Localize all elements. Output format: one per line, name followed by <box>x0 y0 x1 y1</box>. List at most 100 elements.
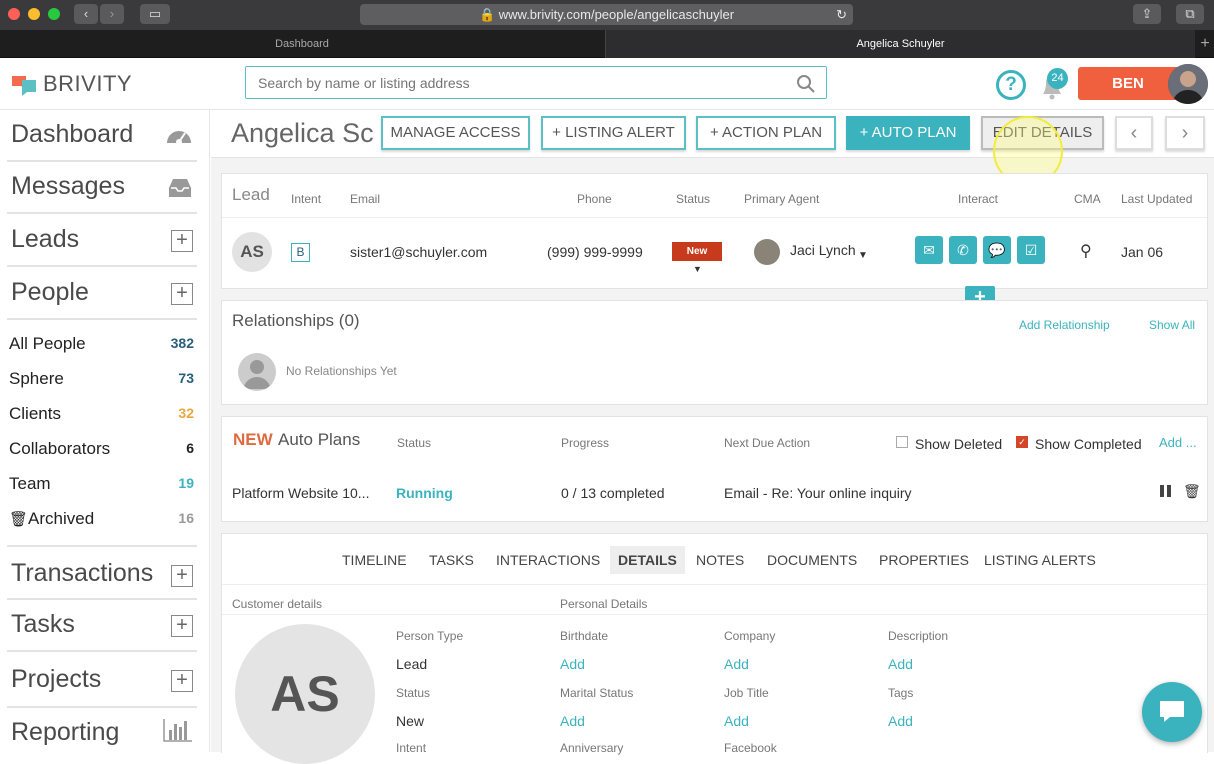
sidebar-subitem-sphere[interactable]: Sphere 73 <box>9 369 194 393</box>
status-label: Status <box>396 686 431 700</box>
subitem-count: 382 <box>170 335 194 351</box>
subitem-count: 19 <box>178 475 194 491</box>
email-icon[interactable]: ✉ <box>915 236 943 264</box>
inbox-icon <box>167 178 193 198</box>
tab-notes[interactable]: NOTES <box>696 552 744 568</box>
search-icon[interactable] <box>796 74 816 94</box>
show-completed-label: Show Completed <box>1035 436 1142 452</box>
trash-icon[interactable]: 🗑 <box>1183 483 1201 500</box>
add-relationship-link[interactable]: Add Relationship <box>1019 318 1110 332</box>
brivity-logo-icon[interactable] <box>10 72 38 96</box>
forward-icon[interactable]: › <box>100 4 124 24</box>
agent-avatar <box>754 239 780 265</box>
next-person-icon[interactable]: › <box>1165 116 1205 150</box>
tabs-overview-icon[interactable]: ⧉ <box>1176 4 1204 24</box>
sidebar-item-label: People <box>11 278 89 306</box>
chat-widget-icon[interactable] <box>1142 682 1202 742</box>
new-tab-icon[interactable]: + <box>1196 30 1214 58</box>
person-type-value[interactable]: Lead <box>396 656 427 672</box>
add-transaction-icon[interactable]: + <box>171 565 193 587</box>
auto-plan-progress: 0 / 13 completed <box>561 485 665 501</box>
calendar-check-icon[interactable]: ☑ <box>1017 236 1045 264</box>
show-all-relationships-link[interactable]: Show All <box>1149 318 1195 332</box>
plan-next-action-header: Next Due Action <box>724 436 811 450</box>
back-icon[interactable]: ‹ <box>74 4 98 24</box>
show-completed-checkbox[interactable]: ✓ <box>1016 436 1028 448</box>
sidebar-subitem-collaborators[interactable]: Collaborators 6 <box>9 439 194 463</box>
address-bar[interactable]: 🔒 www.brivity.com/people/angelicaschuyle… <box>360 4 853 25</box>
sidebar-item-messages[interactable]: Messages <box>7 162 197 214</box>
intent-label: Intent <box>396 741 427 755</box>
sidebar-subitem-clients[interactable]: Clients 32 <box>9 404 194 428</box>
sidebar-item-reporting[interactable]: Reporting <box>7 708 197 760</box>
sidebar-subitem-archived[interactable]: 🗑Archived 16 <box>9 509 194 533</box>
tab-listing-alerts[interactable]: LISTING ALERTS <box>984 552 1096 568</box>
lead-phone[interactable]: (999) 999-9999 <box>547 244 643 260</box>
no-relationships-text: No Relationships Yet <box>286 364 397 378</box>
add-project-icon[interactable]: + <box>171 670 193 692</box>
sidebar-item-label: Dashboard <box>11 120 134 148</box>
manage-access-button[interactable]: MANAGE ACCESS <box>381 116 530 150</box>
show-deleted-checkbox[interactable] <box>896 436 908 448</box>
add-auto-plan-link[interactable]: Add ... <box>1159 435 1197 450</box>
add-job-title-link[interactable]: Add <box>724 713 749 729</box>
add-marital-status-link[interactable]: Add <box>560 713 585 729</box>
tab-tasks[interactable]: TASKS <box>429 552 474 568</box>
sidebar-subitem-all-people[interactable]: All People 382 <box>9 334 194 358</box>
sidebar-item-people[interactable]: People + <box>7 268 197 320</box>
help-icon[interactable]: ? <box>996 70 1026 100</box>
search-input[interactable] <box>245 66 827 99</box>
tab-interactions[interactable]: INTERACTIONS <box>496 552 600 568</box>
auto-plan-next-action[interactable]: Email - Re: Your online inquiry <box>724 485 912 501</box>
sidebar-item-transactions[interactable]: Transactions + <box>7 545 197 600</box>
detail-tabs: TIMELINE TASKS INTERACTIONS DETAILS NOTE… <box>222 546 1207 574</box>
status-value[interactable]: New <box>396 713 424 729</box>
sidebar-item-dashboard[interactable]: Dashboard <box>7 110 197 162</box>
previous-person-icon[interactable]: ‹ <box>1115 116 1153 150</box>
add-task-icon[interactable]: + <box>171 615 193 637</box>
sidebar-item-projects[interactable]: Projects + <box>7 653 197 708</box>
tab-dashboard[interactable]: Dashboard <box>0 30 604 58</box>
agent-dropdown-icon[interactable]: ▼ <box>858 250 868 261</box>
minimize-window-button[interactable] <box>28 8 40 20</box>
add-lead-icon[interactable]: + <box>171 230 193 252</box>
auto-plan-name[interactable]: Platform Website 10... <box>232 485 369 501</box>
intent-badge[interactable]: B <box>291 243 310 262</box>
chat-icon[interactable]: 💬 <box>983 236 1011 264</box>
sidebar-toggle-icon[interactable]: ▭ <box>140 4 170 24</box>
tab-details[interactable]: DETAILS <box>610 546 685 574</box>
close-window-button[interactable] <box>8 8 20 20</box>
auto-plan-button[interactable]: + AUTO PLAN <box>846 116 970 150</box>
add-birthdate-link[interactable]: Add <box>560 656 585 672</box>
share-icon[interactable]: ⇪ <box>1133 4 1161 24</box>
user-menu-button[interactable]: BEN <box>1078 67 1178 100</box>
tab-properties[interactable]: PROPERTIES <box>879 552 969 568</box>
add-person-icon[interactable]: + <box>171 283 193 305</box>
map-marker-icon[interactable]: ⚲ <box>1080 241 1092 261</box>
action-plan-button[interactable]: + ACTION PLAN <box>696 116 836 150</box>
tab-timeline[interactable]: TIMELINE <box>342 552 407 568</box>
status-dropdown-icon[interactable]: ▼ <box>693 264 702 274</box>
sidebar-item-leads[interactable]: Leads + <box>7 215 197 267</box>
subitem-count: 6 <box>186 440 194 456</box>
listing-alert-button[interactable]: + LISTING ALERT <box>541 116 686 150</box>
trash-icon: 🗑 <box>9 511 29 528</box>
brivity-logo-text: BRIVITY <box>43 71 133 96</box>
phone-icon[interactable]: ✆ <box>949 236 977 264</box>
tab-documents[interactable]: DOCUMENTS <box>767 552 857 568</box>
reload-icon[interactable]: ↻ <box>836 4 847 25</box>
sidebar-item-tasks[interactable]: Tasks + <box>7 600 197 652</box>
status-badge[interactable]: New <box>672 242 722 261</box>
sidebar-subitem-team[interactable]: Team 19 <box>9 474 194 498</box>
tab-angelica-schuyler[interactable]: Angelica Schuyler <box>605 30 1195 58</box>
primary-agent-name[interactable]: Jaci Lynch <box>790 242 856 258</box>
user-avatar[interactable] <box>1168 64 1208 104</box>
add-company-link[interactable]: Add <box>724 656 749 672</box>
add-description-link[interactable]: Add <box>888 656 913 672</box>
lead-email[interactable]: sister1@schuyler.com <box>350 244 487 260</box>
maximize-window-button[interactable] <box>48 8 60 20</box>
phone-header: Phone <box>577 192 612 206</box>
pause-icon[interactable] <box>1159 484 1173 498</box>
empty-avatar-icon <box>238 353 276 391</box>
add-tags-link[interactable]: Add <box>888 713 913 729</box>
